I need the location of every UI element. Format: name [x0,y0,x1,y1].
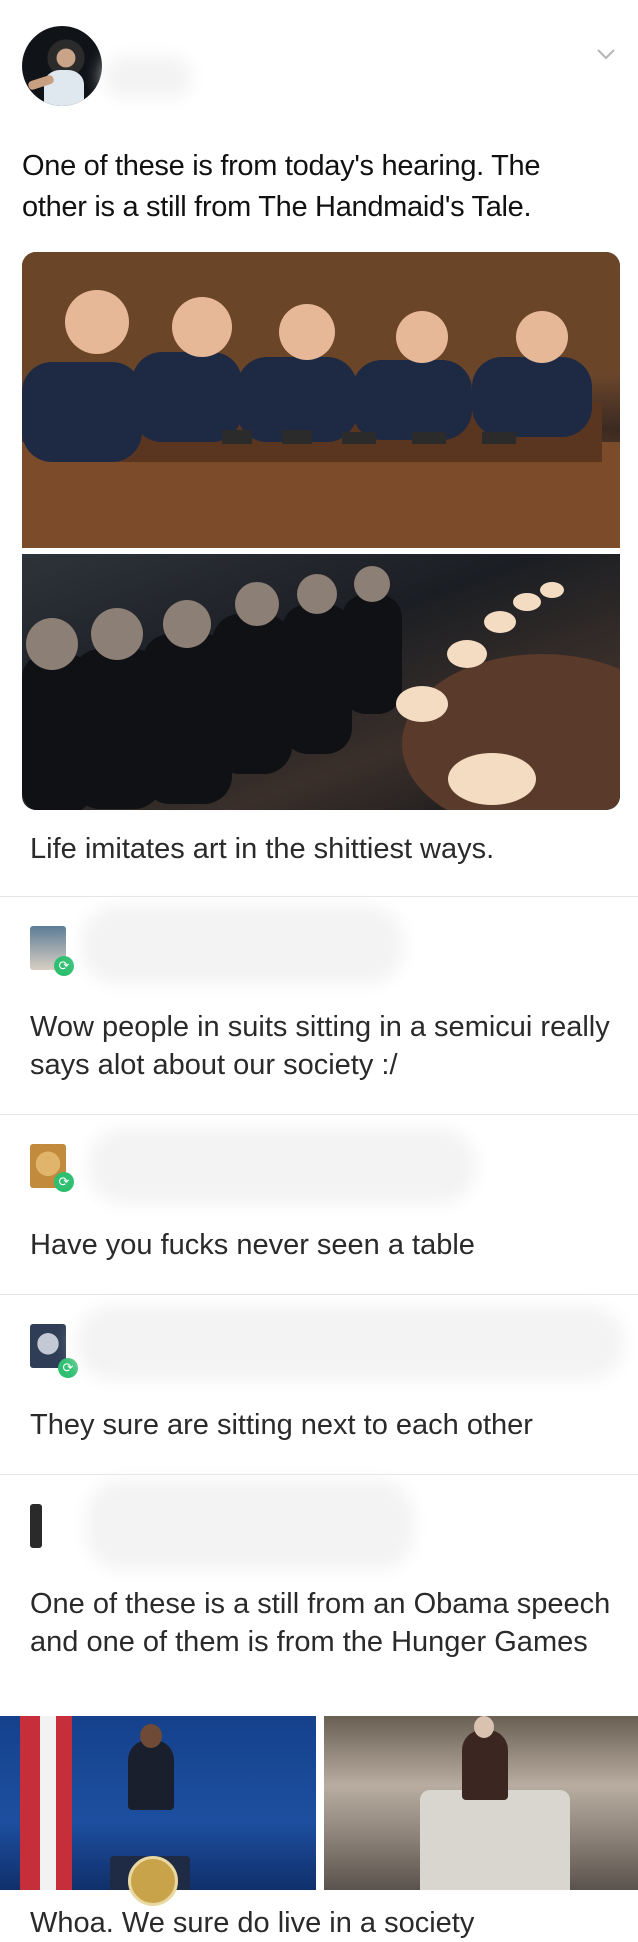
tweet-text: One of these is from today's hearing. Th… [22,150,541,223]
retweet-badge-icon: ⟳ [58,1358,78,1378]
hearing-illustration [22,252,620,548]
redacted-username [100,1494,400,1556]
avatar[interactable] [22,26,102,106]
divider [0,1114,638,1115]
redacted-username [102,1142,462,1190]
speaker-head [140,1724,162,1748]
senators-at-hearing-photo[interactable] [22,252,620,548]
reply-text: Have you fucks never seen a table [30,1229,475,1261]
avatar[interactable] [30,1504,42,1548]
redacted-username [90,1320,610,1366]
retweet-badge-icon: ⟳ [54,1172,74,1192]
reply-text: Life imitates art in the shittiest ways. [30,833,495,865]
redacted-username [95,920,390,970]
redacted-username [118,70,178,84]
chevron-down-icon[interactable] [594,42,618,66]
divider [0,896,638,897]
speaker-figure [128,1740,174,1810]
reply-text: They sure are sitting next to each other [30,1409,533,1441]
speaker-figure [462,1730,508,1800]
handmaids-tale-still-photo[interactable] [22,554,620,810]
reply-text: One of these is a still from an Obama sp… [30,1588,611,1658]
retweet-badge-icon: ⟳ [54,956,74,976]
reply-text: Whoa. We sure do live in a society [30,1907,475,1939]
handmaids-tale-illustration [22,566,620,810]
divider [0,1294,638,1295]
presidential-seal-icon [128,1856,178,1906]
speaker-head [474,1716,494,1738]
reply-text: Wow people in suits sitting in a semicui… [30,1011,610,1081]
balcony [420,1790,570,1890]
divider [0,1474,638,1475]
